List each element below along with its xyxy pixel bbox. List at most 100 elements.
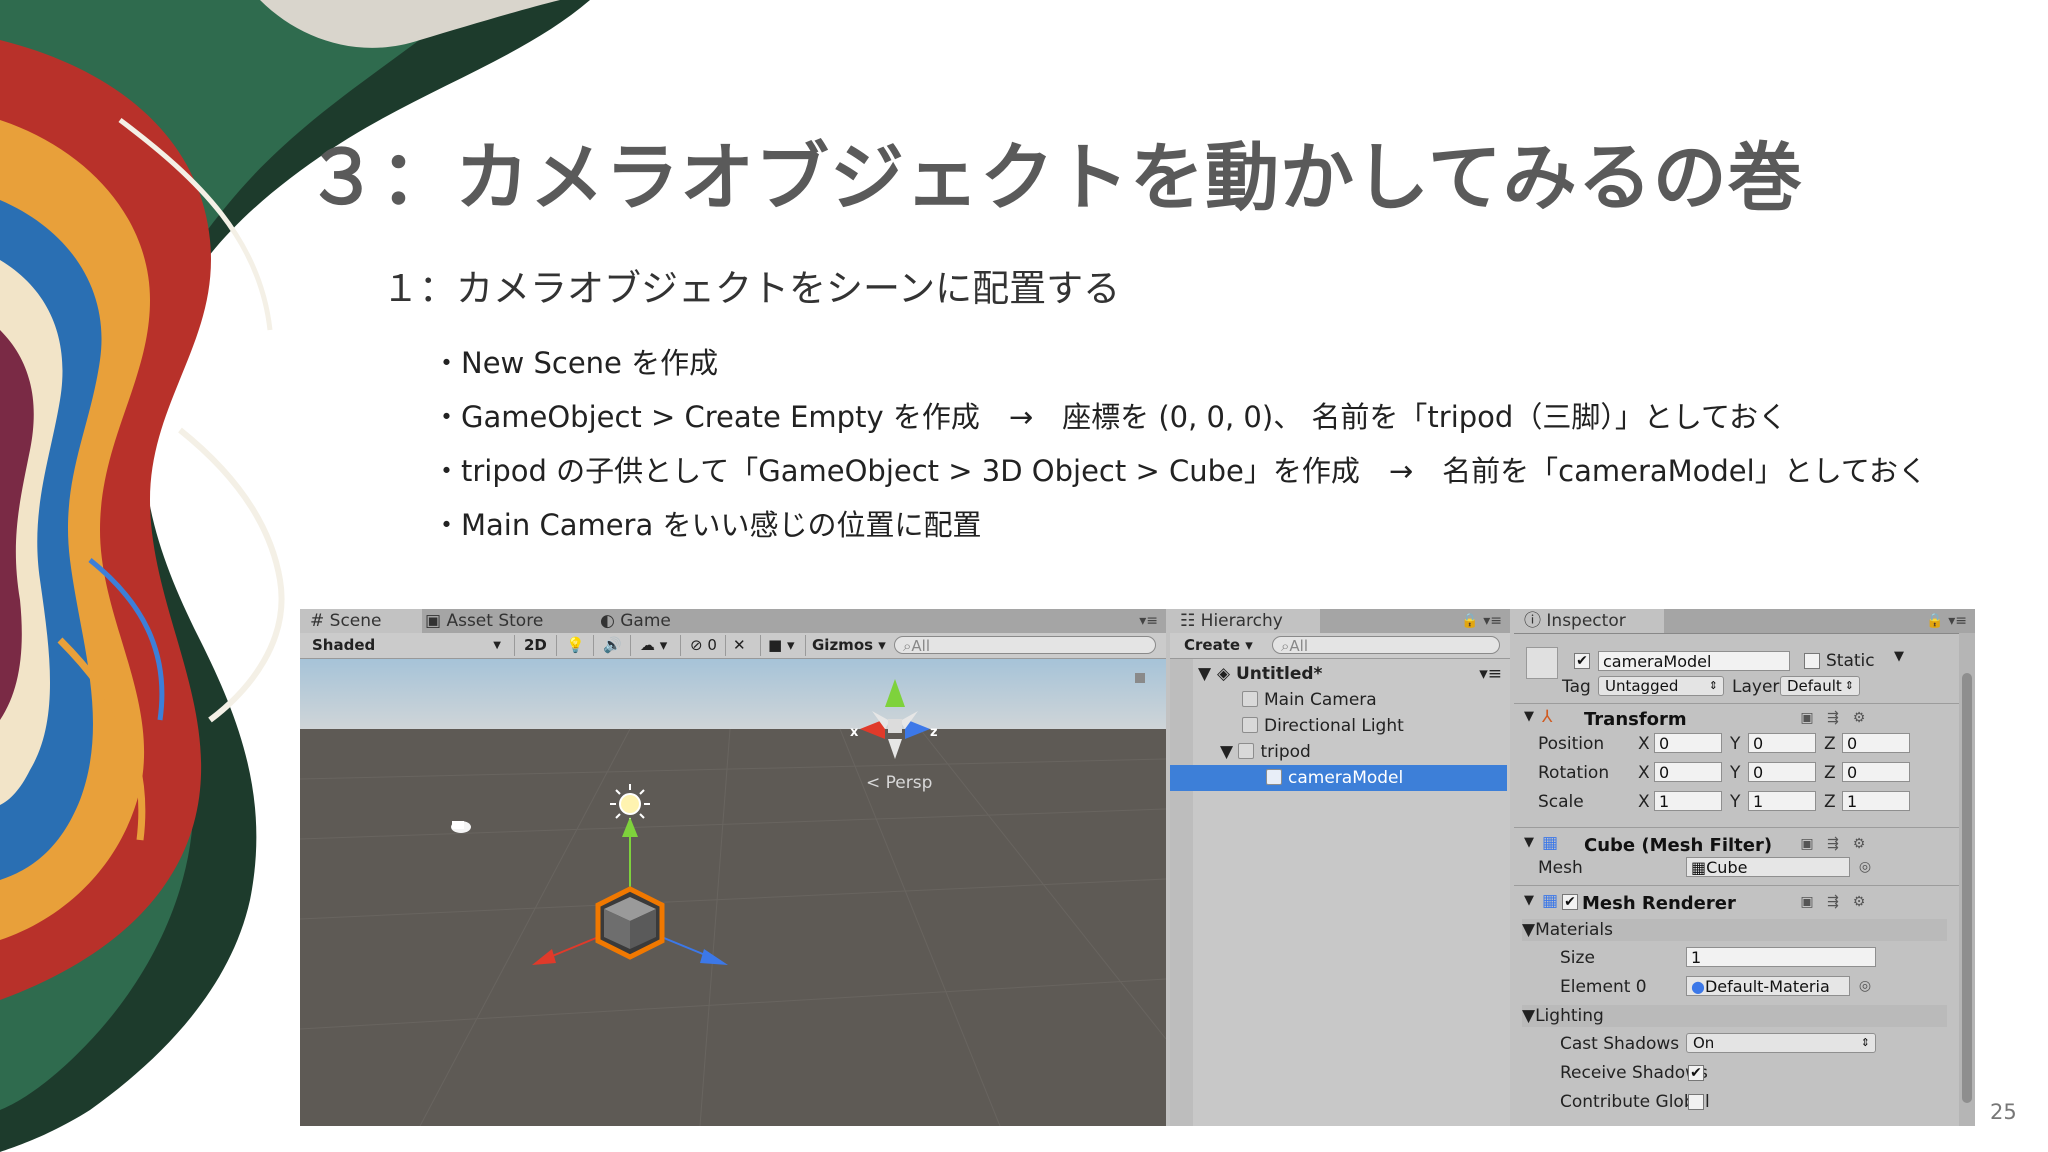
expand-arrow-icon: ▼ (1220, 742, 1234, 762)
bullet-item: ・tripod の子供として「GameObject > 3D Object > … (432, 454, 1927, 488)
element0-label: Element 0 (1560, 977, 1647, 997)
mesh-field[interactable]: ▦Cube (1686, 857, 1850, 877)
axis-x-label: X (1638, 734, 1650, 754)
tab-game[interactable]: ◐ Game (590, 609, 681, 633)
unity-icon: ◈ (1217, 664, 1231, 684)
receive-shadows-label: Receive Shadows (1560, 1063, 1708, 1083)
lock-icon[interactable] (1135, 673, 1145, 683)
list-icon: ☷ (1180, 611, 1196, 631)
materials-size-field[interactable]: 1 (1686, 947, 1876, 967)
position-x-field[interactable]: 0 (1654, 733, 1722, 753)
object-picker-icon[interactable]: ◎ (1856, 977, 1874, 995)
page-number: 25 (1990, 1100, 2017, 1124)
gear-icon[interactable]: ⚙ (1850, 893, 1868, 911)
tab-inspector[interactable]: ⓘ Inspector (1514, 609, 1664, 633)
size-label: Size (1560, 948, 1595, 968)
selected-cube[interactable] (595, 886, 665, 960)
active-checkbox[interactable]: ✔ (1574, 653, 1590, 669)
hierarchy-item-cameramodel[interactable]: cameraModel (1170, 765, 1507, 791)
create-dropdown[interactable]: Create ▾ (1184, 636, 1253, 655)
tag-dropdown[interactable]: Untagged ⇕ (1598, 676, 1724, 696)
panel-menu-icon[interactable]: 🔒 ▾≡ (1461, 609, 1502, 633)
axis-z-label: Z (1824, 734, 1836, 754)
static-dropdown-icon[interactable]: ▼ (1894, 649, 1904, 664)
expand-arrow-icon: ▼ (1522, 1006, 1536, 1026)
hierarchy-search-input[interactable]: ⌕All (1272, 636, 1500, 655)
rotation-label: Rotation (1538, 763, 1610, 783)
rotation-z-field[interactable]: 0 (1842, 762, 1910, 782)
scene-panel: # Scene ▣ Asset Store ◐ Game ▾≡ Shaded ▼ … (300, 609, 1166, 1126)
inspector-panel: ⓘ Inspector 🔒 ▾≡ ✔ cameraModel Static ▼ … (1514, 609, 1975, 1126)
camera-dropdown-icon[interactable]: ■ ▾ (768, 636, 794, 655)
lighting-foldout[interactable]: ▼Lighting (1522, 1005, 1947, 1027)
preset-icon[interactable]: ⇶ (1824, 893, 1842, 911)
hierarchy-tabbar: ☷ Hierarchy 🔒 ▾≡ (1170, 609, 1510, 634)
object-name-field[interactable]: cameraModel (1598, 651, 1790, 671)
rotation-y-field[interactable]: 0 (1748, 762, 1816, 782)
hierarchy-scene-row[interactable]: ▼ ◈ Untitled* ▾≡ (1170, 661, 1510, 687)
object-picker-icon[interactable]: ◎ (1856, 858, 1874, 876)
hierarchy-item-main-camera[interactable]: Main Camera (1170, 687, 1510, 713)
help-icon[interactable]: ▣ (1798, 893, 1816, 911)
camera-gizmo-icon[interactable] (451, 821, 471, 833)
inspector-scrollbar[interactable] (1959, 633, 1975, 1126)
scale-z-field[interactable]: 1 (1842, 791, 1910, 811)
contribute-global-checkbox[interactable] (1688, 1094, 1704, 1110)
cast-shadows-dropdown[interactable]: On ⇕ (1686, 1033, 1876, 1053)
scene-search-input[interactable]: ⌕All (894, 636, 1156, 655)
gear-icon[interactable]: ⚙ (1850, 709, 1868, 727)
axis-y-label: Y (1730, 763, 1741, 783)
hierarchy-item-directional-light[interactable]: Directional Light (1170, 713, 1510, 739)
scene-menu-icon[interactable]: ▾≡ (1479, 661, 1502, 687)
expand-arrow-icon[interactable]: ▼ (1524, 835, 1534, 850)
panel-menu-icon[interactable]: 🔒 ▾≡ (1926, 609, 1967, 633)
effects-dropdown-icon[interactable]: ☁ ▾ (640, 636, 667, 655)
scale-x-field[interactable]: 1 (1654, 791, 1722, 811)
tab-asset-store[interactable]: ▣ Asset Store (415, 609, 553, 633)
gameobject-icon (1526, 647, 1558, 679)
shading-dropdown[interactable]: Shaded ▼ (312, 636, 507, 655)
receive-shadows-checkbox[interactable]: ✔ (1688, 1065, 1704, 1081)
projection-label[interactable]: < Persp (866, 773, 932, 793)
mesh-renderer-enabled-checkbox[interactable]: ✔ (1562, 894, 1578, 910)
hierarchy-item-tripod[interactable]: ▼ tripod (1170, 739, 1510, 765)
unity-editor: # Scene ▣ Asset Store ◐ Game ▾≡ Shaded ▼ … (300, 609, 1975, 1126)
preset-icon[interactable]: ⇶ (1824, 835, 1842, 853)
axis-x-label: X (1638, 763, 1650, 783)
help-icon[interactable]: ▣ (1798, 835, 1816, 853)
layer-dropdown[interactable]: Default ⇕ (1780, 676, 1860, 696)
expand-arrow-icon[interactable]: ▼ (1524, 893, 1534, 908)
scene-viewport[interactable]: x z < Persp (300, 659, 1166, 1126)
static-checkbox[interactable] (1804, 653, 1820, 669)
materials-foldout[interactable]: ▼Materials (1522, 919, 1947, 941)
audio-toggle-icon[interactable]: 🔊 (603, 636, 622, 655)
panel-menu-icon[interactable]: ▾≡ (1139, 609, 1158, 633)
hidden-objects-toggle[interactable]: ⊘ 0 (690, 636, 717, 655)
material-element0-field[interactable]: ●Default-Materia (1686, 976, 1850, 996)
gameobject-icon (1242, 691, 1258, 707)
gizmos-dropdown[interactable]: Gizmos ▾ (812, 636, 886, 655)
scrollbar-thumb[interactable] (1962, 673, 1972, 1103)
scene-tabbar: # Scene ▣ Asset Store ◐ Game ▾≡ (300, 609, 1166, 634)
tab-scene[interactable]: # Scene (300, 609, 422, 633)
position-z-field[interactable]: 0 (1842, 733, 1910, 753)
preset-icon[interactable]: ⇶ (1824, 709, 1842, 727)
axis-y-label: Y (1730, 792, 1741, 812)
lighting-toggle-icon[interactable]: 💡 (566, 636, 585, 655)
tools-icon[interactable]: ✕ (733, 636, 746, 655)
scale-y-field[interactable]: 1 (1748, 791, 1816, 811)
slide-subtitle: １：カメラオブジェクトをシーンに配置する (382, 267, 1121, 310)
expand-arrow-icon: ▼ (1522, 920, 1536, 940)
mesh-renderer-icon: ▦ (1542, 891, 1559, 911)
info-icon: ⓘ (1524, 611, 1541, 631)
layer-label: Layer (1732, 677, 1780, 697)
rotation-x-field[interactable]: 0 (1654, 762, 1722, 782)
2d-toggle[interactable]: 2D (524, 636, 547, 655)
gear-icon[interactable]: ⚙ (1850, 835, 1868, 853)
expand-arrow-icon[interactable]: ▼ (1524, 709, 1534, 724)
help-icon[interactable]: ▣ (1798, 709, 1816, 727)
inspector-tabbar: ⓘ Inspector 🔒 ▾≡ (1514, 609, 1975, 634)
eye-slash-icon: ⊘ (690, 636, 703, 654)
tab-hierarchy[interactable]: ☷ Hierarchy (1170, 609, 1320, 633)
position-y-field[interactable]: 0 (1748, 733, 1816, 753)
